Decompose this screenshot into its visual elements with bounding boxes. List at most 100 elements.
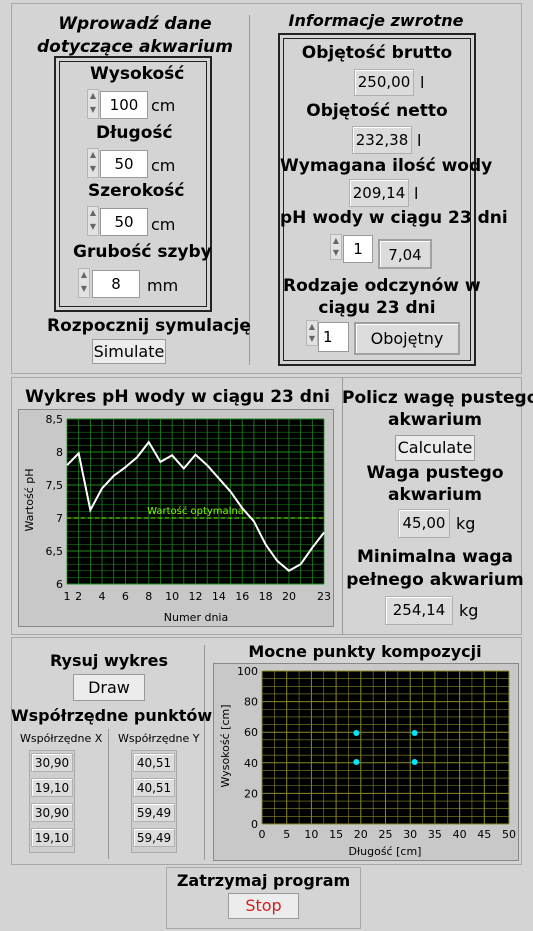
composition-y-tick: 100 [237, 665, 258, 678]
ph-y-tick: 8,5 [46, 413, 64, 426]
calc-label-line2: akwarium [388, 410, 482, 430]
water-value: 209,14 [349, 179, 409, 207]
stop-label: Zatrzymaj program [176, 871, 351, 890]
top-divider [249, 15, 250, 365]
ph-chart-ylabel: Wartość pH [23, 468, 36, 531]
length-unit: cm [151, 156, 176, 175]
reaction-day-input[interactable]: 1 [318, 322, 349, 352]
composition-point [353, 759, 360, 766]
length-label: Długość [96, 123, 173, 143]
reaction-day-stepper[interactable]: ▲ ▼ [306, 320, 318, 346]
height-input[interactable]: 100 [100, 91, 148, 119]
glass-stepper[interactable]: ▲ ▼ [78, 268, 90, 298]
draw-label: Rysuj wykres [49, 651, 169, 670]
simulate-button[interactable]: Simulate [92, 339, 166, 364]
ph-x-tick: 6 [122, 590, 129, 603]
composition-y-tick: 80 [244, 696, 258, 709]
ph-y-tick: 6 [56, 578, 63, 591]
y-coord-value: 59,49 [133, 803, 175, 822]
gross-volume-unit: l [420, 73, 425, 92]
composition-x-tick: 25 [379, 828, 393, 841]
ph-x-tick: 20 [282, 590, 296, 603]
ph-value: 7,04 [378, 239, 432, 269]
composition-x-tick: 5 [283, 828, 290, 841]
water-unit: l [414, 184, 419, 203]
ph-x-tick: 8 [145, 590, 152, 603]
composition-x-tick: 40 [453, 828, 467, 841]
length-stepper[interactable]: ▲ ▼ [87, 148, 99, 178]
ph-x-tick: 10 [165, 590, 179, 603]
x-coord-value: 30,90 [31, 803, 73, 822]
empty-weight-value: 45,00 [398, 509, 450, 538]
length-input[interactable]: 50 [100, 150, 148, 178]
width-input[interactable]: 50 [100, 208, 148, 236]
height-label: Wysokość [90, 64, 185, 84]
composition-x-tick: 15 [329, 828, 343, 841]
composition-y-tick: 40 [244, 757, 258, 770]
composition-point [411, 759, 418, 766]
width-label: Szerokość [88, 181, 185, 201]
ph-chart-title: Wykres pH wody w ciągu 23 dni [25, 387, 330, 407]
ph-x-tick: 18 [259, 590, 273, 603]
ph-x-tick: 16 [235, 590, 249, 603]
glass-label: Grubość szyby [73, 242, 212, 262]
input-title-line2: dotyczące akwarium [36, 37, 233, 57]
x-coords-header: Współrzędne X [20, 732, 103, 745]
full-weight-label-line2: pełnego akwarium [346, 570, 524, 590]
x-coord-value: 30,90 [31, 753, 73, 772]
y-coords-header: Współrzędne Y [118, 732, 200, 745]
composition-x-tick: 30 [403, 828, 417, 841]
ph-chart-xlabel: Numer dnia [164, 611, 228, 624]
reaction-label-line2: ciągu 23 dni [318, 298, 436, 318]
empty-weight-label-line2: akwarium [388, 485, 482, 505]
full-weight-unit: kg [459, 601, 479, 620]
reaction-label-line1: Rodzaje odczynów w [283, 276, 481, 296]
composition-x-tick: 10 [304, 828, 318, 841]
input-title-line1: Wprowadź dane [58, 14, 212, 34]
ph-x-tick: 4 [99, 590, 106, 603]
ph-label: pH wody w ciągu 23 dni [280, 208, 508, 228]
net-volume-label: Objętość netto [306, 101, 448, 121]
composition-chart: 0 5 10 15 20 25 30 35 40 45 50 0 20 40 60 80 100 Długość… [219, 665, 516, 858]
composition-point [353, 729, 360, 736]
glass-input[interactable]: 8 [92, 270, 140, 298]
height-stepper[interactable]: ▲ ▼ [87, 89, 99, 119]
net-volume-unit: l [417, 131, 422, 150]
calc-label-line1: Policz wagę pustego [342, 388, 533, 408]
ph-chart: Wartość optymalna 1 2 4 6 8 10 12 14 16 18 20 23 6 6,… [23, 413, 331, 624]
x-coord-value: 19,10 [31, 778, 73, 797]
ph-day-stepper[interactable]: ▲ ▼ [330, 234, 342, 260]
ph-x-tick: 23 [317, 590, 331, 603]
empty-weight-label-line1: Waga pustego [366, 463, 504, 483]
ph-x-tick: 12 [189, 590, 203, 603]
net-volume-value: 232,38 [352, 126, 412, 154]
composition-x-tick: 20 [354, 828, 368, 841]
stop-button[interactable]: Stop [228, 893, 299, 919]
ph-optimal-label: Wartość optymalna [147, 505, 244, 517]
gross-volume-label: Objętość brutto [301, 43, 453, 63]
height-unit: cm [151, 96, 176, 115]
composition-chart-title: Mocne punkty kompozycji [248, 642, 482, 661]
y-coord-value: 59,49 [133, 828, 175, 847]
composition-y-tick: 20 [244, 787, 258, 800]
ph-day-input[interactable]: 1 [343, 235, 373, 263]
width-unit: cm [151, 215, 176, 234]
ph-x-tick: 14 [212, 590, 226, 603]
composition-y-tick: 0 [251, 818, 258, 831]
y-coord-value: 40,51 [133, 753, 175, 772]
composition-x-tick: 45 [477, 828, 491, 841]
reaction-value: Obojętny [354, 322, 460, 355]
empty-weight-unit: kg [456, 514, 476, 533]
ph-y-tick: 8 [56, 446, 63, 459]
draw-button[interactable]: Draw [73, 674, 145, 701]
width-stepper[interactable]: ▲ ▼ [87, 206, 99, 236]
coords-label: Współrzędne punktów [11, 706, 213, 725]
gross-volume-value: 250,00 [354, 69, 414, 96]
glass-unit: mm [147, 276, 179, 295]
ph-x-tick: 1 [64, 590, 71, 603]
water-label: Wymagana ilość wody [280, 156, 493, 176]
calculate-button[interactable]: Calculate [395, 435, 475, 461]
composition-chart-ylabel: Wysokość [cm] [219, 705, 232, 788]
composition-x-tick: 50 [502, 828, 516, 841]
simulation-label: Rozpocznij symulację [47, 316, 251, 336]
